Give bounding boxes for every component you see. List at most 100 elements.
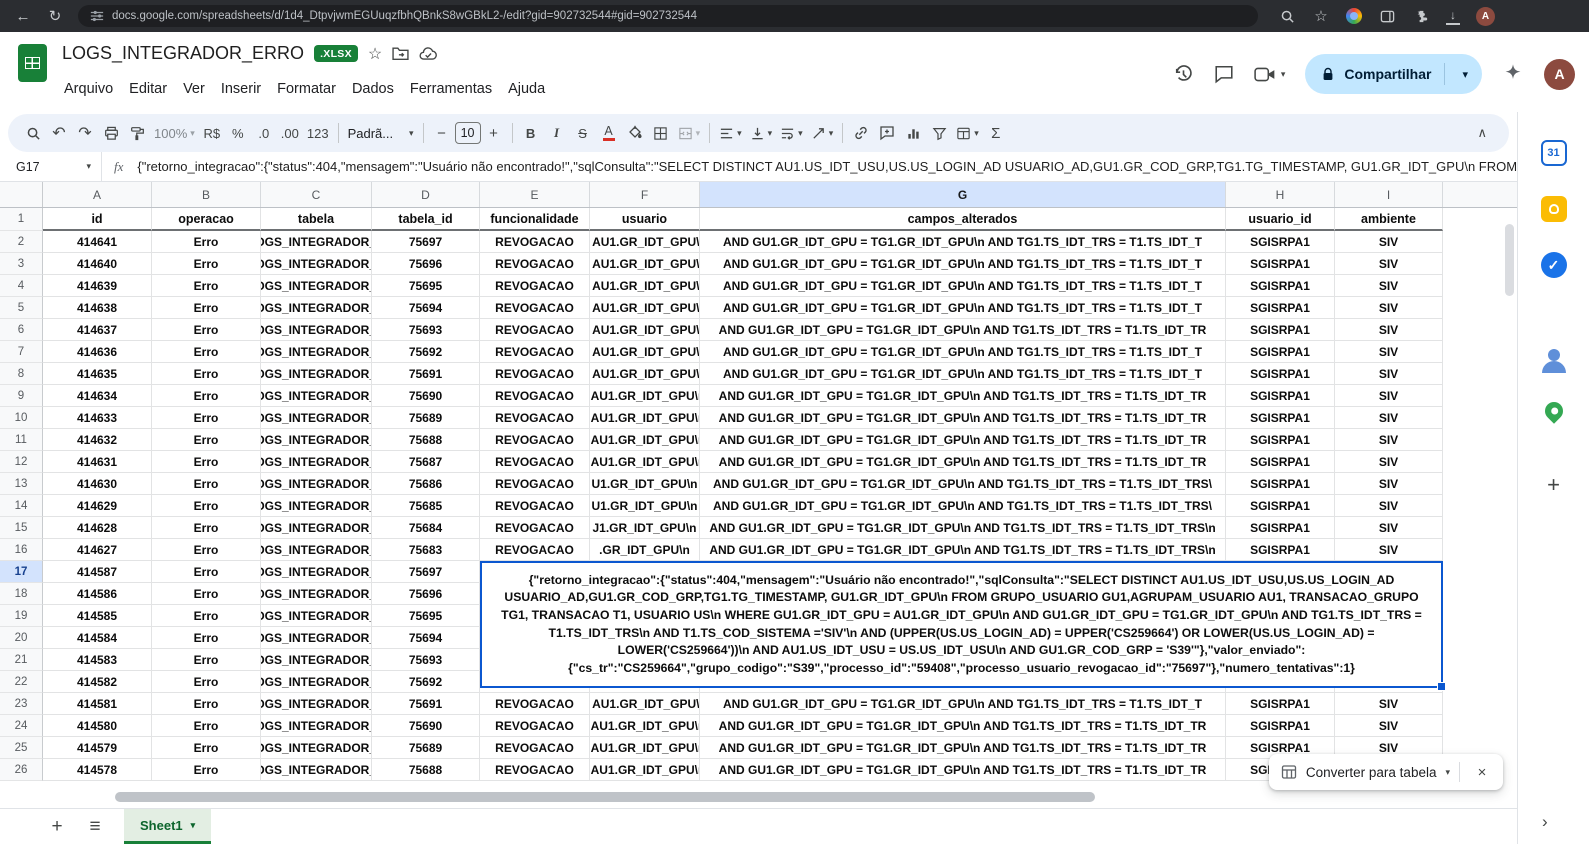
downloads-icon[interactable]: ↓ xyxy=(1446,7,1460,25)
cell[interactable]: 75696 xyxy=(372,583,480,605)
cell[interactable]: REVOGACAO xyxy=(480,385,590,407)
cell[interactable]: = AU1.GR_IDT_GPU\n xyxy=(590,319,700,341)
cell[interactable]: SIV xyxy=(1335,253,1443,275)
cell[interactable]: 414635 xyxy=(43,363,152,385)
cell[interactable]: LOGS_INTEGRADOR_E xyxy=(261,627,372,649)
column-header-H[interactable]: H xyxy=(1226,182,1335,207)
cell[interactable]: Erro xyxy=(152,275,261,297)
row-header-1[interactable]: 1 xyxy=(0,208,43,231)
cell[interactable]: AND GU1.GR_IDT_GPU = TG1.GR_IDT_GPU\n AN… xyxy=(700,517,1226,539)
cell[interactable]: Erro xyxy=(152,385,261,407)
cell[interactable]: SGISRPA1 xyxy=(1226,715,1335,737)
sheet-tab-sheet1[interactable]: Sheet1 ▾ xyxy=(124,809,211,844)
cell[interactable]: 75691 xyxy=(372,363,480,385)
cell[interactable]: LOGS_INTEGRADOR_E xyxy=(261,649,372,671)
cell[interactable]: Erro xyxy=(152,583,261,605)
reload-icon[interactable]: ↻ xyxy=(46,7,64,25)
cell[interactable]: AND GU1.GR_IDT_GPU = TG1.GR_IDT_GPU\n AN… xyxy=(700,297,1226,319)
cell[interactable]: 414637 xyxy=(43,319,152,341)
menu-formatar[interactable]: Formatar xyxy=(269,78,344,100)
cell[interactable]: REVOGACAO xyxy=(480,693,590,715)
cell[interactable]: Erro xyxy=(152,649,261,671)
cell[interactable]: 414586 xyxy=(43,583,152,605)
cell[interactable]: AND GU1.GR_IDT_GPU = TG1.GR_IDT_GPU\n AN… xyxy=(700,231,1226,253)
cell[interactable]: SIV xyxy=(1335,231,1443,253)
cell[interactable]: SIV xyxy=(1335,319,1443,341)
cell[interactable]: LOGS_INTEGRADOR_E xyxy=(261,253,372,275)
cell[interactable]: Erro xyxy=(152,231,261,253)
text-wrap-icon[interactable]: ▾ xyxy=(776,119,807,147)
cell[interactable]: AND GU1.GR_IDT_GPU = TG1.GR_IDT_GPU\n AN… xyxy=(700,693,1226,715)
cell[interactable]: SIV xyxy=(1335,363,1443,385)
cell[interactable]: LOGS_INTEGRADOR_E xyxy=(261,407,372,429)
cell[interactable]: 75684 xyxy=(372,517,480,539)
cell[interactable]: Erro xyxy=(152,451,261,473)
keep-icon[interactable] xyxy=(1539,194,1569,224)
insert-link-icon[interactable] xyxy=(848,119,874,147)
row-header-25[interactable]: 25 xyxy=(0,737,43,759)
row-header-11[interactable]: 11 xyxy=(0,429,43,451)
cell[interactable]: AND GU1.GR_IDT_GPU = TG1.GR_IDT_GPU\n AN… xyxy=(700,451,1226,473)
functions-button[interactable]: Σ xyxy=(983,119,1009,147)
user-avatar[interactable]: A xyxy=(1544,59,1575,90)
row-header-17[interactable]: 17 xyxy=(0,561,43,583)
cell[interactable]: 75687 xyxy=(372,451,480,473)
column-header-C[interactable]: C xyxy=(261,182,372,207)
increase-decimal-button[interactable]: .00 xyxy=(277,119,303,147)
cell[interactable]: 414582 xyxy=(43,671,152,693)
cell[interactable]: Erro xyxy=(152,759,261,781)
cell[interactable]: : AU1.GR_IDT_GPU\n xyxy=(590,737,700,759)
cell[interactable]: SIV xyxy=(1335,341,1443,363)
cell[interactable]: REVOGACAO xyxy=(480,451,590,473)
cell[interactable]: Erro xyxy=(152,693,261,715)
cell[interactable]: REVOGACAO xyxy=(480,495,590,517)
toast-caret-icon[interactable]: ▾ xyxy=(1445,767,1450,778)
cell[interactable]: Erro xyxy=(152,407,261,429)
italic-button[interactable]: I xyxy=(544,119,570,147)
filter-icon[interactable] xyxy=(926,119,952,147)
row-header-19[interactable]: 19 xyxy=(0,605,43,627)
cell[interactable]: 414578 xyxy=(43,759,152,781)
collapse-toolbar-icon[interactable]: ∧ xyxy=(1477,125,1487,141)
cell[interactable]: 414627 xyxy=(43,539,152,561)
row-header-4[interactable]: 4 xyxy=(0,275,43,297)
cell[interactable]: 414584 xyxy=(43,627,152,649)
cell[interactable]: SIV xyxy=(1335,407,1443,429)
text-rotation-icon[interactable]: ▾ xyxy=(807,119,838,147)
cell[interactable]: Erro xyxy=(152,341,261,363)
cell[interactable]: 75683 xyxy=(372,539,480,561)
cell[interactable]: SGISRPA1 xyxy=(1226,517,1335,539)
cell[interactable]: LOGS_INTEGRADOR_E xyxy=(261,517,372,539)
cell[interactable]: LOGS_INTEGRADOR_E xyxy=(261,473,372,495)
cell[interactable]: 414632 xyxy=(43,429,152,451)
cell[interactable]: 414636 xyxy=(43,341,152,363)
undo-icon[interactable]: ↶ xyxy=(46,119,72,147)
format-currency-button[interactable]: R$ xyxy=(199,119,225,147)
cell[interactable]: LOGS_INTEGRADOR_E xyxy=(261,363,372,385)
cell[interactable]: LOGS_INTEGRADOR_E xyxy=(261,341,372,363)
vertical-align-icon[interactable]: ▾ xyxy=(746,119,777,147)
cell[interactable]: Erro xyxy=(152,429,261,451)
insert-comment-icon[interactable] xyxy=(874,119,900,147)
cell[interactable]: LOGS_INTEGRADOR_E xyxy=(261,385,372,407)
cell[interactable]: SGISRPA1 xyxy=(1226,407,1335,429)
vertical-scroll-thumb[interactable] xyxy=(1505,224,1514,296)
row-header-13[interactable]: 13 xyxy=(0,473,43,495)
more-formats-button[interactable]: 123 xyxy=(303,119,333,147)
row-header-15[interactable]: 15 xyxy=(0,517,43,539)
cell[interactable]: 75689 xyxy=(372,737,480,759)
cell[interactable]: AND GU1.GR_IDT_GPU = TG1.GR_IDT_GPU\n AN… xyxy=(700,385,1226,407)
cell[interactable]: 414579 xyxy=(43,737,152,759)
column-header-D[interactable]: D xyxy=(372,182,480,207)
row-header-6[interactable]: 6 xyxy=(0,319,43,341)
cell[interactable]: 75685 xyxy=(372,495,480,517)
cell[interactable]: 75697 xyxy=(372,231,480,253)
cell[interactable]: AND GU1.GR_IDT_GPU = TG1.GR_IDT_GPU\n AN… xyxy=(700,759,1226,781)
cell[interactable]: LOGS_INTEGRADOR_E xyxy=(261,583,372,605)
cell[interactable]: REVOGACAO xyxy=(480,429,590,451)
cell[interactable]: SGISRPA1 xyxy=(1226,319,1335,341)
name-box-caret-icon[interactable]: ▾ xyxy=(86,161,91,172)
cell[interactable]: LOGS_INTEGRADOR_E xyxy=(261,297,372,319)
cell[interactable]: SIV xyxy=(1335,429,1443,451)
column-header-E[interactable]: E xyxy=(480,182,590,207)
